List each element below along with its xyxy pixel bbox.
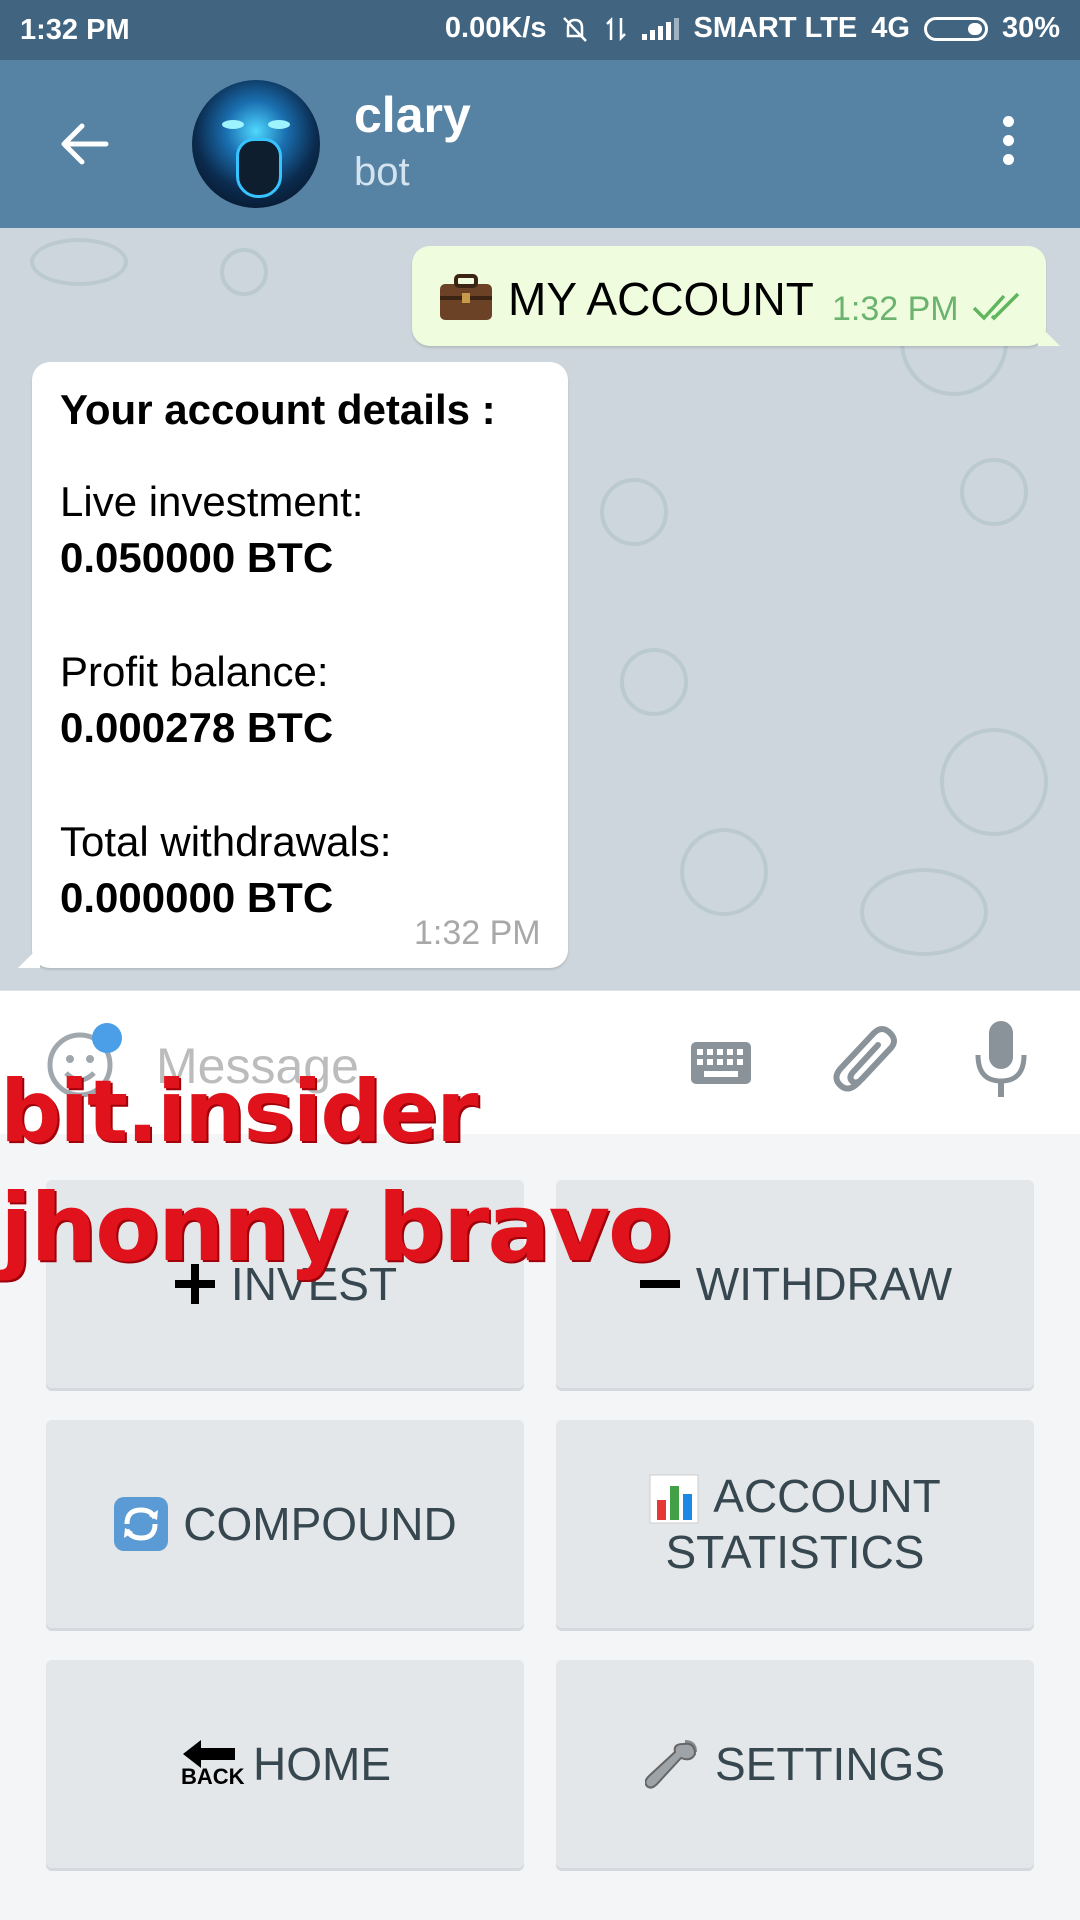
back-icon-text: BACK [181, 1764, 245, 1789]
avatar[interactable] [192, 80, 320, 208]
home-button[interactable]: BACK HOME [46, 1660, 524, 1868]
account-statistics-button[interactable]: ACCOUNT STATISTICS [556, 1420, 1034, 1628]
settings-label: SETTINGS [714, 1738, 946, 1790]
status-indicators: 0.00K/s SMART LTE 4G 30% [445, 12, 1060, 45]
chat-header: clary bot [0, 60, 1080, 228]
bar-chart-icon [649, 1474, 699, 1524]
home-label: HOME [253, 1738, 391, 1790]
outgoing-message[interactable]: MY ACCOUNT 1:32 PM [412, 246, 1060, 346]
withdraw-label: WITHDRAW [695, 1258, 953, 1310]
outgoing-time: 1:32 PM [832, 290, 959, 328]
wrench-icon [644, 1740, 697, 1789]
account-statistics-line2: STATISTICS [665, 1526, 925, 1579]
network-speed: 0.00K/s [444, 12, 547, 44]
compound-label: COMPOUND [183, 1498, 457, 1550]
incoming-message[interactable]: Your account details : Live investment: … [18, 362, 568, 968]
watermark-line2: jhonny bravo [0, 1174, 672, 1283]
account-statistics-text: ACCOUNT STATISTICS [649, 1468, 941, 1581]
briefcase-icon [440, 274, 492, 320]
silent-bell-icon [563, 16, 588, 42]
refresh-icon [114, 1497, 169, 1551]
live-investment-label: Live investment: [60, 478, 364, 525]
settings-button[interactable]: SETTINGS [556, 1660, 1034, 1868]
compound-button[interactable]: COMPOUND [46, 1420, 524, 1628]
account-details-heading: Your account details : [60, 386, 496, 433]
incoming-time: 1:32 PM [414, 914, 541, 952]
watermark-line1: bit.insider [0, 1062, 478, 1162]
outgoing-text: MY ACCOUNT [508, 273, 814, 325]
live-investment-value: 0.050000 BTC [60, 534, 334, 581]
status-bar: 1:32 PM 0.00K/s SMART LTE 4G 30% [0, 0, 1080, 60]
microphone-icon[interactable] [970, 1019, 1032, 1103]
back-arrow-icon[interactable] [58, 118, 110, 170]
more-options-icon[interactable] [996, 116, 1020, 172]
status-time: 1:32 PM [20, 14, 130, 46]
total-withdrawals-value: 0.000000 BTC [60, 874, 334, 921]
signal-icon [642, 17, 680, 40]
battery-percent: 30% [1001, 12, 1060, 44]
attach-icon[interactable] [828, 1021, 904, 1105]
network-type: 4G [871, 12, 910, 44]
account-statistics-line1: ACCOUNT [713, 1469, 941, 1522]
profit-balance-label: Profit balance: [60, 648, 329, 695]
carrier-name: SMART LTE [693, 12, 858, 44]
data-transfer-icon [606, 16, 627, 41]
notification-dot [92, 1023, 122, 1053]
chat-subtitle: bot [354, 150, 410, 194]
chat-area[interactable]: MY ACCOUNT 1:32 PM Your account details … [0, 228, 1080, 990]
battery-icon [923, 16, 988, 41]
back-arrow-emoji-icon: BACK [179, 1736, 245, 1792]
double-check-icon [972, 292, 1020, 321]
chat-title[interactable]: clary [354, 86, 471, 144]
profit-balance-value: 0.000278 BTC [60, 704, 334, 751]
total-withdrawals-label: Total withdrawals: [60, 818, 392, 865]
bot-keyboard-icon[interactable] [690, 1041, 752, 1085]
